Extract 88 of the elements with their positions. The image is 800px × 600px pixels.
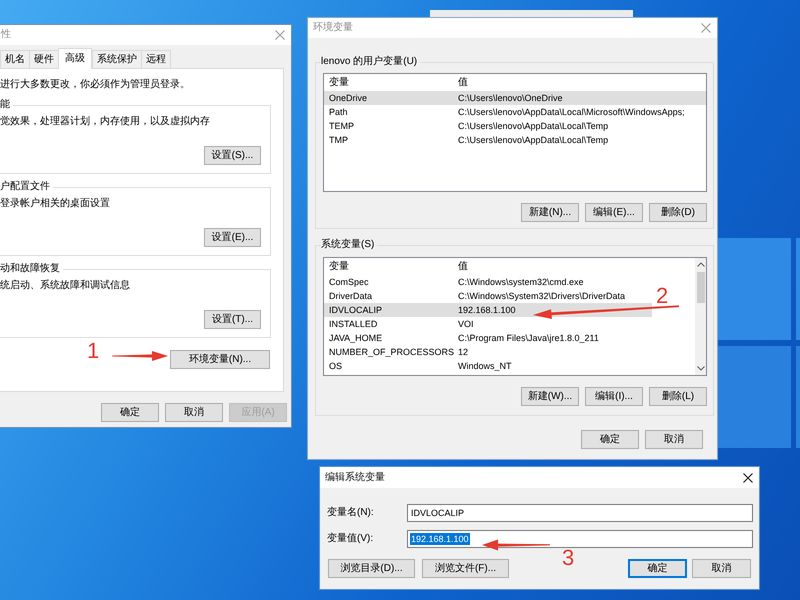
list-row[interactable]: ComSpec C:\Windows\system32\cmd.exe: [324, 275, 652, 289]
arrow-icon: [533, 304, 679, 319]
input-field[interactable]: IDVLOCALIP: [407, 504, 753, 522]
group-description: 登录帐户相关的桌面设置: [0, 198, 110, 210]
window-title: 编辑系统变量: [325, 472, 385, 484]
annotation-number: 2: [656, 287, 668, 305]
annotation-number: 1: [87, 342, 100, 360]
variable-value: C:\Windows\System32\Drivers\DriverData: [458, 290, 626, 302]
environment-variables-button[interactable]: 环境变量(N)...: [170, 350, 270, 369]
annotation-number: 3: [562, 549, 574, 567]
notice-text: 进行大多数更改，你必须作为管理员登录。: [0, 79, 190, 91]
list-row[interactable]: IDVLOCALIP 192.168.1.100: [324, 303, 652, 317]
variable-name: Path: [329, 106, 348, 118]
close-icon[interactable]: [743, 472, 753, 482]
edit-button[interactable]: 编辑(E)...: [585, 203, 643, 222]
variable-value: 12: [458, 346, 468, 358]
scrollbar-thumb[interactable]: [696, 272, 704, 303]
field-value: 192.168.1.100: [410, 533, 470, 545]
settings-button[interactable]: 设置(E)...: [204, 228, 261, 247]
list-row[interactable]: TMP C:\Users\lenovo\AppData\Local\Temp: [324, 133, 706, 147]
new-button[interactable]: 新建(N)...: [521, 203, 579, 222]
column-header[interactable]: 变量: [329, 76, 349, 88]
list-row[interactable]: OS Windows_NT: [324, 359, 652, 373]
arrow-icon: [112, 351, 168, 361]
column-header[interactable]: 变量: [329, 260, 349, 272]
cancel-button[interactable]: 取消: [645, 430, 703, 449]
cancel-button[interactable]: 取消: [692, 559, 751, 578]
group-description: 觉效果，处理器计划，内存使用，以及虚拟内存: [0, 116, 210, 128]
delete-button[interactable]: 删除(D): [649, 203, 707, 222]
variable-value: 192.168.1.100: [458, 304, 516, 316]
tab[interactable]: 系统保护: [92, 50, 142, 68]
variable-value: Windows_NT: [458, 360, 512, 372]
variable-name: TMP: [329, 134, 348, 146]
variable-name: NUMBER_OF_PROCESSORS: [329, 346, 454, 358]
list-row[interactable]: TEMP C:\Users\lenovo\AppData\Local\Temp: [324, 119, 706, 133]
variable-name: INSTALLED: [329, 318, 378, 330]
variable-name: OS: [329, 360, 342, 372]
window-title: 环境变量: [313, 22, 353, 34]
scroll-up-icon[interactable]: [696, 262, 704, 267]
arrow-icon: [482, 539, 550, 551]
ok-button[interactable]: 确定: [101, 403, 159, 422]
cancel-button[interactable]: 取消: [165, 403, 223, 422]
variable-value: C:\Windows\system32\cmd.exe: [458, 276, 584, 288]
browse-file-button[interactable]: 浏览文件(F)...: [422, 559, 509, 578]
new-button[interactable]: 新建(W)...: [521, 387, 579, 406]
variable-name: OneDrive: [329, 92, 368, 104]
variable-value: C:\Users\lenovo\AppData\Local\Temp: [458, 120, 608, 132]
scroll-down-icon[interactable]: [696, 366, 704, 371]
tab[interactable]: 高级: [58, 48, 92, 69]
settings-button[interactable]: 设置(T)...: [204, 310, 261, 329]
delete-button[interactable]: 删除(L): [649, 387, 707, 406]
variable-name: ComSpec: [329, 276, 369, 288]
list-row[interactable]: DriverData C:\Windows\System32\Drivers\DriverData: [324, 289, 652, 303]
variable-name: IDVLOCALIP: [329, 304, 382, 316]
group-label: 户配置文件: [0, 180, 51, 194]
group-description: 统启动、系统故障和调试信息: [0, 280, 130, 292]
group-label: 系统变量(S): [321, 238, 376, 252]
list-row[interactable]: OneDrive C:\Users\lenovo\OneDrive: [324, 91, 706, 105]
variable-name: TEMP: [329, 120, 354, 132]
variable-value: C:\Users\lenovo\OneDrive: [458, 92, 563, 104]
group-label: 能: [0, 98, 11, 112]
tab[interactable]: 远程: [141, 50, 171, 68]
browse-folder-button[interactable]: 浏览目录(D)...: [328, 559, 415, 578]
list-row[interactable]: NUMBER_OF_PROCESSORS 12: [324, 345, 652, 359]
group-label: 动和故障恢复: [0, 262, 61, 276]
scrollbar[interactable]: [695, 258, 706, 375]
settings-button[interactable]: 设置(S)...: [204, 146, 261, 165]
window-title: 性: [1, 29, 11, 41]
field-label: 变量值(V):: [327, 533, 374, 545]
tab[interactable]: 机名: [0, 50, 30, 68]
group-label: lenovo 的用户变量(U): [321, 55, 418, 69]
variable-value: VOI: [458, 318, 474, 330]
column-header[interactable]: 值: [458, 260, 468, 272]
variable-value: C:\Users\lenovo\AppData\Local\Temp: [458, 134, 608, 146]
edit-button[interactable]: 编辑(I)...: [585, 387, 643, 406]
variable-name: DriverData: [329, 290, 372, 302]
variable-value: C:\Users\lenovo\AppData\Local\Microsoft\WindowsApps;: [458, 106, 685, 118]
ok-button[interactable]: 确定: [581, 430, 639, 449]
ok-button[interactable]: 确定: [628, 559, 687, 578]
list-row[interactable]: INSTALLED VOI: [324, 317, 652, 331]
variable-name: JAVA_HOME: [329, 332, 382, 344]
list-row[interactable]: Path C:\Users\lenovo\AppData\Local\Microsoft\WindowsApps;: [324, 105, 706, 119]
field-label: 变量名(N):: [327, 507, 375, 519]
field-value: IDVLOCALIP: [410, 507, 466, 519]
variable-value: C:\Program Files\Java\jre1.8.0_211: [458, 332, 599, 344]
column-header[interactable]: 值: [458, 76, 468, 88]
input-field[interactable]: 192.168.1.100: [407, 530, 753, 548]
list-row[interactable]: JAVA_HOME C:\Program Files\Java\jre1.8.0_211: [324, 331, 652, 345]
